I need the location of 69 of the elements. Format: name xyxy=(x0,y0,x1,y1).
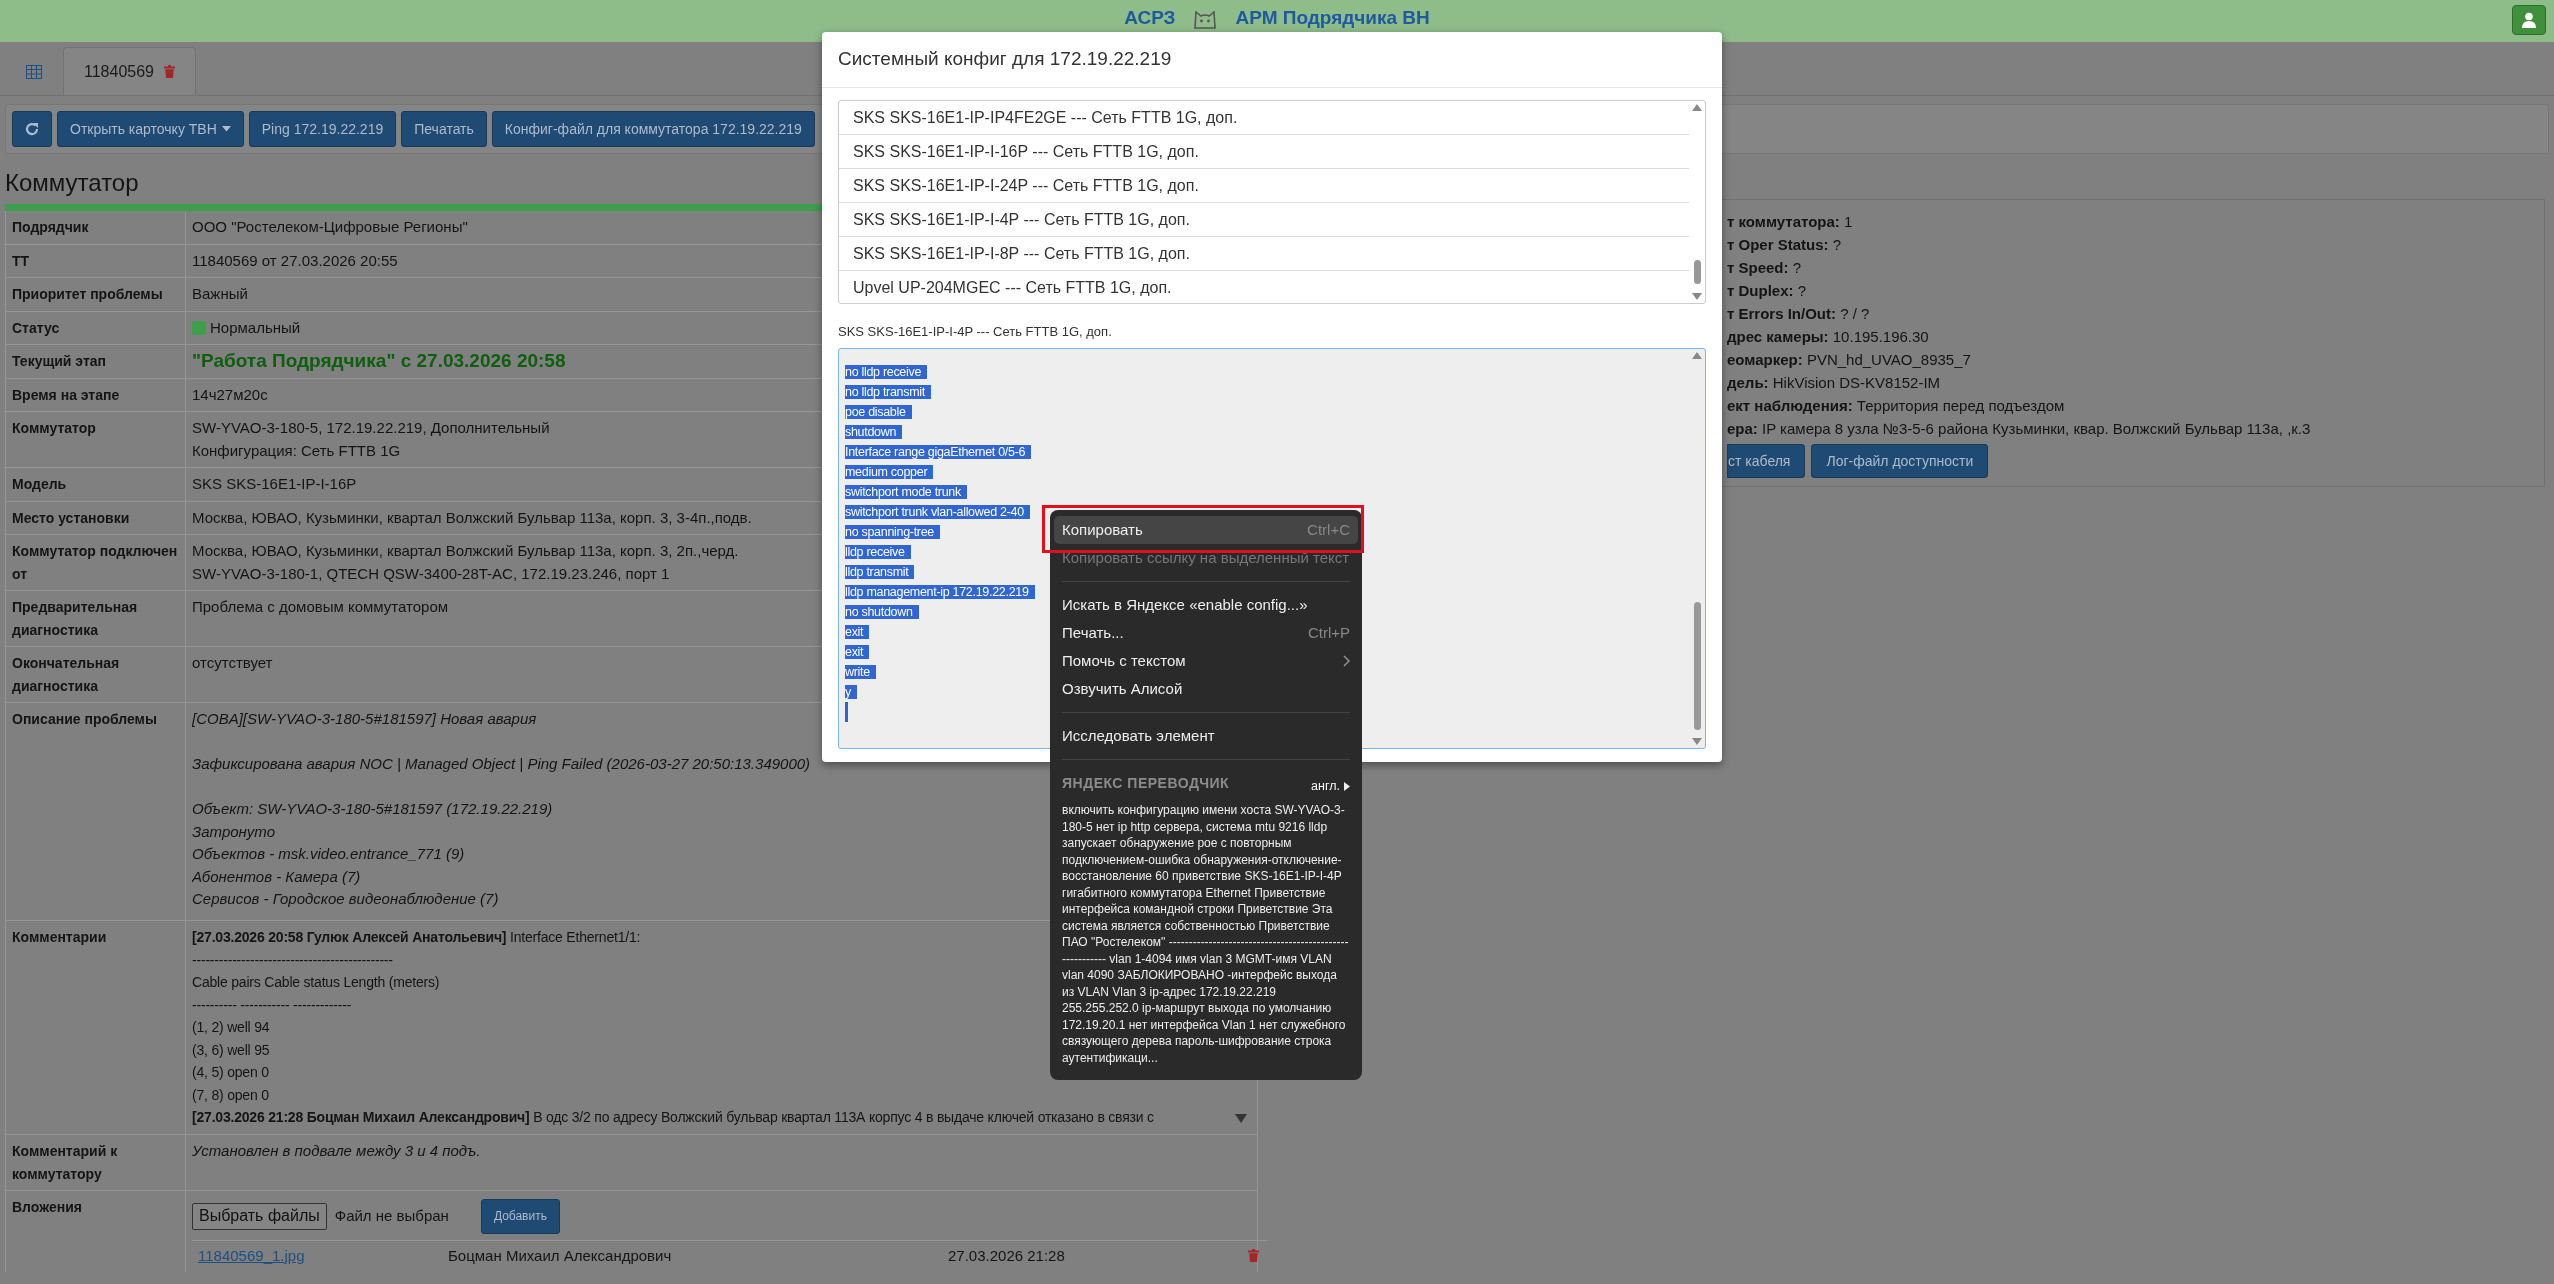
modal-title: Системный конфиг для 172.19.22.219 xyxy=(822,32,1722,88)
field-value: 11840569 от 27.03.2026 20:55 xyxy=(192,250,398,271)
section-title: Коммутатор xyxy=(5,168,139,198)
comment-line: (1, 2) well 94 xyxy=(192,1018,270,1037)
field-label: Описание проблемы xyxy=(6,703,186,920)
app-title: АРМ Подрядчика ВН xyxy=(1235,6,1430,30)
field-label: Статус xyxy=(6,311,186,344)
description-line: Абонентов - Камера (7) xyxy=(192,866,361,887)
info-line: еомаркер: PVN_hd_UVAO_8935_7 xyxy=(1727,350,1972,370)
comment-line: (4, 5) open 0 xyxy=(192,1063,269,1082)
config-label: SKS SKS-16E1-IP-I-4P --- Сеть FTTB 1G, доп. xyxy=(838,323,1113,341)
info-line: т Duplex: ? xyxy=(1727,281,1808,301)
field-value: отсутствует xyxy=(192,653,273,673)
field-label: Коммутатор подключен от xyxy=(6,535,186,590)
comment-line: [27.03.2026 20:58 Гулюк Алексей Анатольевич] Interface Ethernet1/1: xyxy=(192,928,641,947)
comment-line: ---------- ----------- ------------- xyxy=(192,995,352,1015)
stage-text: "Работа Подрядчика" с 27.03.2026 20:58 xyxy=(192,350,566,373)
info-line: т Errors In/Out: ? / ? xyxy=(1727,304,1871,324)
field-value: SW-YVAO-3-180-5, 172.19.22.219, Дополнительный xyxy=(192,418,550,438)
field-value: 14ч27м20с xyxy=(192,384,268,405)
field-value: Важный xyxy=(192,284,248,304)
comment-line: (7, 8) open 0 xyxy=(192,1085,269,1105)
info-line: дель: HikVision DS-KV8152-IM xyxy=(1727,373,1942,393)
description-line: Объектов - msk.video.entrance_771 (9) xyxy=(192,844,465,864)
description-line: Зафиксирована авария NOC | Managed Object | Ping Failed (2026-03-27 20:50:13.349000) xyxy=(192,754,811,774)
info-line: т коммутатора: 1 xyxy=(1727,212,1854,232)
description-line: [COBA][SW-YVAO-3-180-5#181597] Новая авария xyxy=(192,709,537,729)
info-line: т Oper Status: ? xyxy=(1727,235,1843,255)
field-value: Проблема с домовым коммутатором xyxy=(192,597,449,617)
description-line: Затронуто xyxy=(192,821,275,842)
info-line: ера: IP камера 8 узла №3-5-6 района Кузьминки, квар. Волжский Бульвар 113а, ,к.3 xyxy=(1727,419,2312,439)
comment-line: (3, 6) well 95 xyxy=(192,1040,270,1060)
field-value: ООО "Ростелеком-Цифровые Регионы" xyxy=(192,217,468,237)
file-status-text: Файл не выбран xyxy=(334,1206,449,1226)
note-text: Установлен в подвале между 3 и 4 подъ. xyxy=(192,1141,481,1161)
translator-title: ЯНДЕКС ПЕРЕВОДЧИК xyxy=(1061,774,1231,793)
field-label: Комментарий к коммутатору xyxy=(6,1135,186,1190)
field-label: Приоритет проблемы xyxy=(6,278,186,311)
field-value: Москва, ЮВАО, Кузьминки, квартал Волжский Бульвар 113а, корп. 3, 3-4п.,подв. xyxy=(192,507,752,528)
shortcut-text: Ctrl+P xyxy=(1307,622,1350,643)
comment-line: [27.03.2026 21:28 Боцман Михаил Александрович] В одс 3/2 по адресу Волжский бульвар квартал 113А корпус 4 в выдаче ключей отказано в связи с xyxy=(192,1108,1154,1127)
field-label: Окончательная диагностика xyxy=(6,647,186,702)
field-value: SKS SKS-16E1-IP-I-16P xyxy=(192,474,357,494)
info-line: т Speed: ? xyxy=(1727,258,1803,278)
field-label: Коммутатор xyxy=(6,412,186,467)
info-line: ект наблюдения: Территория перед подъездом xyxy=(1727,396,2066,416)
field-value: SW-YVAO-3-180-1, QTECH QSW-3400-28T-AC, 172.19.23.246, порт 1 xyxy=(192,563,670,584)
field-label: Время на этапе xyxy=(6,378,186,411)
comment-line: --------------------------------------------- xyxy=(192,950,393,970)
info-line: дрес камеры: 10.195.196.30 xyxy=(1727,327,1930,347)
field-label: Вложения xyxy=(6,1191,186,1272)
file-date: 27.03.2026 21:28 xyxy=(948,1245,1065,1266)
field-value: Москва, ЮВАО, Кузьминки, квартал Волжский Бульвар 113а, корп. 3, 2п.,черд. xyxy=(192,541,739,561)
field-label: Текущий этап xyxy=(6,345,186,378)
translation-text: включить конфигурацию имени хоста SW-YVAO-3-180-5 нет ip http сервера, система mtu 9216 lldp запускает обнаружение рое с повторным подключением-ошибка обнаружения-отключение-восстановление 60 приветствие SKS-16E1-IP-I-4P гигабитного коммутатора Ethernet Приветствие интерфейса командной строки Приветствие Эта система является собственностью Приветствие ПАО "Ростелеком" -------------------------------------------------------- vlan 1-4094 имя vlan 3 MGMT-имя VLAN vlan 4090 ЗАБЛОКИРОВАНО -интерфейс выхода из VLAN Vlan 3 ip-адрес 172.19.22.219 255.255.252.0 ip-маршрут выхода по умолчанию 172.19.20.1 нет интерфейса Vlan 1 нет служебного связующего дерева пароль-шифрование строка аутентификаци... xyxy=(1062,802,1350,1066)
field-label: Комментарии xyxy=(6,921,186,1134)
status-text: Нормальный xyxy=(210,318,301,336)
description-line: Сервисов - Городское видеонаблюдение (7) xyxy=(192,889,499,909)
description-line: Объект: SW-YVAO-3-180-5#181597 (172.19.22.219) xyxy=(192,799,553,819)
field-label: Модель xyxy=(6,468,186,501)
field-value: Конфигурация: Сеть FTTB 1G xyxy=(192,440,401,461)
comment-line: Cable pairs Cable status Length (meters) xyxy=(192,973,440,992)
brand-title: АСРЗ xyxy=(1124,6,1176,30)
file-author: Боцман Михаил Александрович xyxy=(448,1245,672,1266)
field-label: Подрядчик xyxy=(6,211,186,244)
field-label: Место установки xyxy=(6,501,186,534)
shortcut-text: Ctrl+C xyxy=(1307,519,1350,540)
field-label: Предварительная диагностика xyxy=(6,591,186,646)
field-label: ТТ xyxy=(6,244,186,277)
